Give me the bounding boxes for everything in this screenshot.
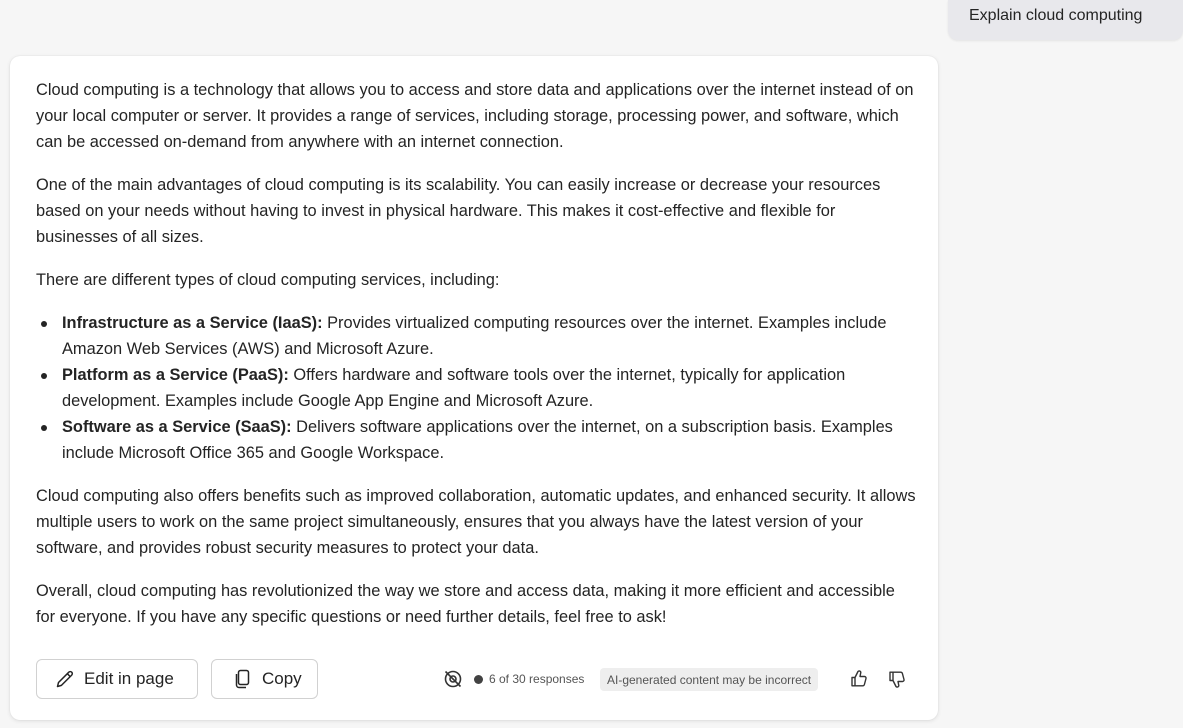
response-paragraph: Cloud computing is a technology that all… <box>36 81 914 151</box>
copy-icon <box>232 668 254 690</box>
edit-in-page-button[interactable]: Edit in page <box>36 659 198 699</box>
response-footer: Edit in page Copy 6 of 30 responses AI-g… <box>36 659 916 699</box>
list-item-term: Infrastructure as a Service (IaaS): <box>62 314 323 332</box>
chat-page: Explain cloud computing Cloud computing … <box>0 0 1183 728</box>
ai-disclaimer-badge: AI-generated content may be incorrect <box>600 668 819 691</box>
list-item: Infrastructure as a Service (IaaS): Prov… <box>41 310 918 362</box>
bullet-icon <box>41 425 47 431</box>
thumbs-up-icon[interactable] <box>849 659 869 699</box>
ai-disclaimer-text: AI-generated content may be incorrect <box>607 672 812 687</box>
bullet-icon <box>41 373 47 379</box>
copy-button-label: Copy <box>262 669 302 688</box>
bullet-icon <box>41 321 47 327</box>
service-types-list: Infrastructure as a Service (IaaS): Prov… <box>36 310 918 466</box>
edit-button-label: Edit in page <box>84 669 174 688</box>
user-message-bubble: Explain cloud computing <box>948 0 1183 40</box>
response-content: Cloud computing is a technology that all… <box>36 77 918 630</box>
image-off-icon[interactable] <box>442 659 464 699</box>
user-message-text: Explain cloud computing <box>969 7 1143 24</box>
response-paragraph: One of the main advantages of cloud comp… <box>36 176 881 246</box>
thumbs-down-icon[interactable] <box>887 659 907 699</box>
response-counter: 6 of 30 responses <box>474 659 584 699</box>
responses-count-text: 6 of 30 responses <box>489 672 585 686</box>
response-dot-icon <box>474 674 483 684</box>
list-item: Platform as a Service (PaaS): Offers har… <box>41 362 918 414</box>
response-paragraph: Overall, cloud computing has revolutioni… <box>36 582 895 626</box>
response-card: Cloud computing is a technology that all… <box>10 56 938 720</box>
pencil-icon <box>54 668 76 690</box>
response-paragraph: There are different types of cloud compu… <box>36 271 500 289</box>
list-item-term: Software as a Service (SaaS): <box>62 418 292 436</box>
list-item: Software as a Service (SaaS): Delivers s… <box>41 414 918 466</box>
list-item-term: Platform as a Service (PaaS): <box>62 366 289 384</box>
response-paragraph: Cloud computing also offers benefits suc… <box>36 487 916 557</box>
copy-button[interactable]: Copy <box>211 659 318 699</box>
